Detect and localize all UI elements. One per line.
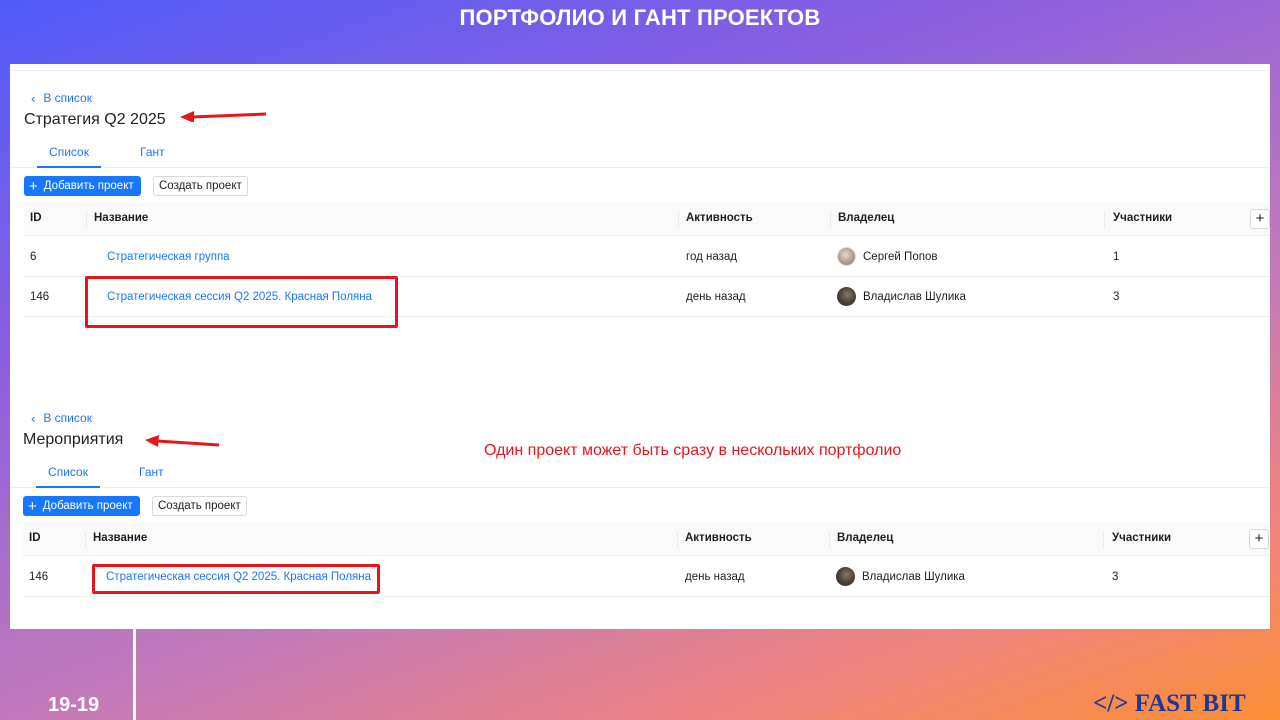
avatar — [837, 287, 856, 306]
table-header: ID Название Активность Владелец Участник… — [23, 523, 1269, 556]
back-to-list-label: В список — [43, 411, 92, 425]
cell-activity: день назад — [686, 291, 746, 303]
portfolio-tabs: Список Гант — [10, 456, 1270, 488]
back-to-list-label: В список — [43, 91, 92, 105]
chevron-left-icon: ‹ — [31, 410, 36, 426]
plus-icon: + — [28, 497, 37, 515]
column-header-activity[interactable]: Активность — [685, 532, 752, 544]
page-number: 19-19 — [48, 694, 100, 716]
owner-name: Сергей Попов — [863, 250, 938, 263]
cell-owner: Владислав Шулика — [836, 567, 965, 586]
back-to-list-link[interactable]: ‹ В список — [31, 411, 92, 425]
chevron-left-icon: ‹ — [31, 90, 36, 106]
tab-list[interactable]: Список — [37, 143, 101, 168]
add-column-button[interactable]: + — [1250, 209, 1270, 229]
add-project-label: Добавить проект — [43, 180, 134, 192]
owner-name: Владислав Шулика — [862, 570, 965, 583]
cell-id: 146 — [30, 291, 50, 303]
column-divider — [829, 531, 830, 548]
cell-activity: день назад — [685, 571, 745, 583]
portfolio-title: Мероприятия — [23, 431, 124, 448]
column-header-name[interactable]: Название — [93, 532, 147, 544]
column-header-name[interactable]: Название — [94, 212, 148, 224]
table-header: ID Название Активность Владелец Участник… — [24, 203, 1270, 236]
back-to-list-link[interactable]: ‹ В список — [31, 91, 92, 105]
table-row[interactable]: 6 Стратегическая группа год назад Сергей… — [24, 237, 1270, 277]
portfolio-title: Стратегия Q2 2025 — [24, 111, 166, 128]
cell-owner: Сергей Попов — [837, 247, 937, 266]
portfolio-section-strategy: ‹ В список Стратегия Q2 2025 Список Гант… — [10, 64, 1270, 328]
cell-participants: 1 — [1113, 251, 1120, 263]
brand-logo: </> FAST BIT — [1093, 690, 1246, 717]
add-project-button[interactable]: + Добавить проект — [23, 496, 140, 516]
column-header-activity[interactable]: Активность — [686, 212, 753, 224]
cell-owner: Владислав Шулика — [837, 287, 966, 306]
portfolio-section-events: ‹ В список Мероприятия Список Гант + Доб… — [10, 384, 1270, 634]
column-divider — [677, 531, 678, 548]
slide-title: ПОРТФОЛИО И ГАНТ ПРОЕКТОВ — [459, 5, 821, 30]
project-link[interactable]: Стратегическая группа — [107, 251, 230, 263]
tab-gantt[interactable]: Гант — [140, 143, 165, 175]
cell-id: 6 — [30, 251, 37, 263]
column-divider — [85, 531, 86, 548]
add-column-button[interactable]: + — [1249, 529, 1269, 549]
cell-participants: 3 — [1112, 571, 1119, 583]
annotation-arrow — [145, 435, 220, 447]
column-header-owner[interactable]: Владелец — [838, 212, 894, 224]
footer-divider — [133, 629, 136, 720]
annotation-note: Один проект может быть сразу в нескольки… — [484, 442, 902, 459]
create-project-button[interactable]: Создать проект — [152, 496, 247, 516]
tab-gantt[interactable]: Гант — [139, 463, 164, 495]
column-divider — [678, 211, 679, 228]
avatar — [837, 247, 856, 266]
column-header-owner[interactable]: Владелец — [837, 532, 893, 544]
screenshot-panel: ‹ В список Стратегия Q2 2025 Список Гант… — [10, 64, 1270, 629]
column-divider — [1104, 211, 1105, 228]
column-divider — [86, 211, 87, 228]
column-divider — [830, 211, 831, 228]
column-header-id[interactable]: ID — [29, 532, 41, 544]
annotation-arrow — [180, 111, 267, 122]
cell-participants: 3 — [1113, 291, 1120, 303]
add-project-button[interactable]: + Добавить проект — [24, 176, 141, 196]
avatar — [836, 567, 855, 586]
column-header-id[interactable]: ID — [30, 212, 42, 224]
highlight-box — [85, 276, 398, 328]
create-project-button[interactable]: Создать проект — [153, 176, 248, 196]
portfolio-tabs: Список Гант — [10, 136, 1270, 168]
column-header-participants[interactable]: Участники — [1112, 532, 1171, 544]
cell-id: 146 — [29, 571, 49, 583]
column-divider — [1103, 531, 1104, 548]
add-project-label: Добавить проект — [42, 500, 133, 512]
owner-name: Владислав Шулика — [863, 290, 966, 303]
plus-icon: + — [29, 177, 38, 195]
tab-list[interactable]: Список — [36, 463, 100, 488]
highlight-box — [92, 564, 380, 594]
column-header-participants[interactable]: Участники — [1113, 212, 1172, 224]
cell-activity: год назад — [686, 251, 737, 263]
